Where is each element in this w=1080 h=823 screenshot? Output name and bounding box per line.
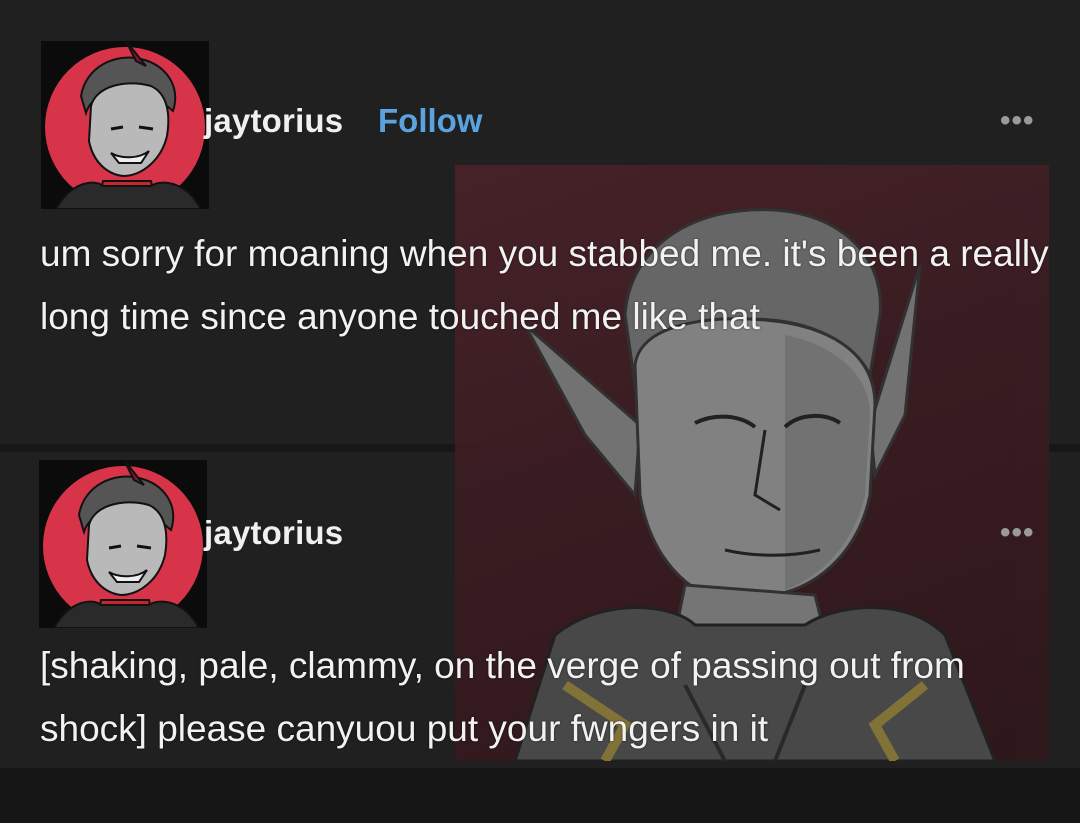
- follow-button[interactable]: Follow: [378, 102, 482, 140]
- user-avatar[interactable]: [41, 41, 209, 209]
- user-avatar[interactable]: [39, 460, 207, 628]
- post-body-text: [shaking, pale, clammy, on the verge of …: [40, 645, 965, 749]
- post-username[interactable]: jaytorius: [204, 102, 343, 140]
- dashboard-feed: jaytorius Follow ••• um sorry for moanin…: [0, 0, 1080, 823]
- more-options-icon[interactable]: •••: [1000, 106, 1035, 136]
- post-body-text: um sorry for moaning when you stabbed me…: [40, 233, 1049, 337]
- feed-bottom: [0, 768, 1080, 823]
- more-options-icon[interactable]: •••: [1000, 518, 1035, 548]
- post-username[interactable]: jaytorius: [204, 514, 343, 552]
